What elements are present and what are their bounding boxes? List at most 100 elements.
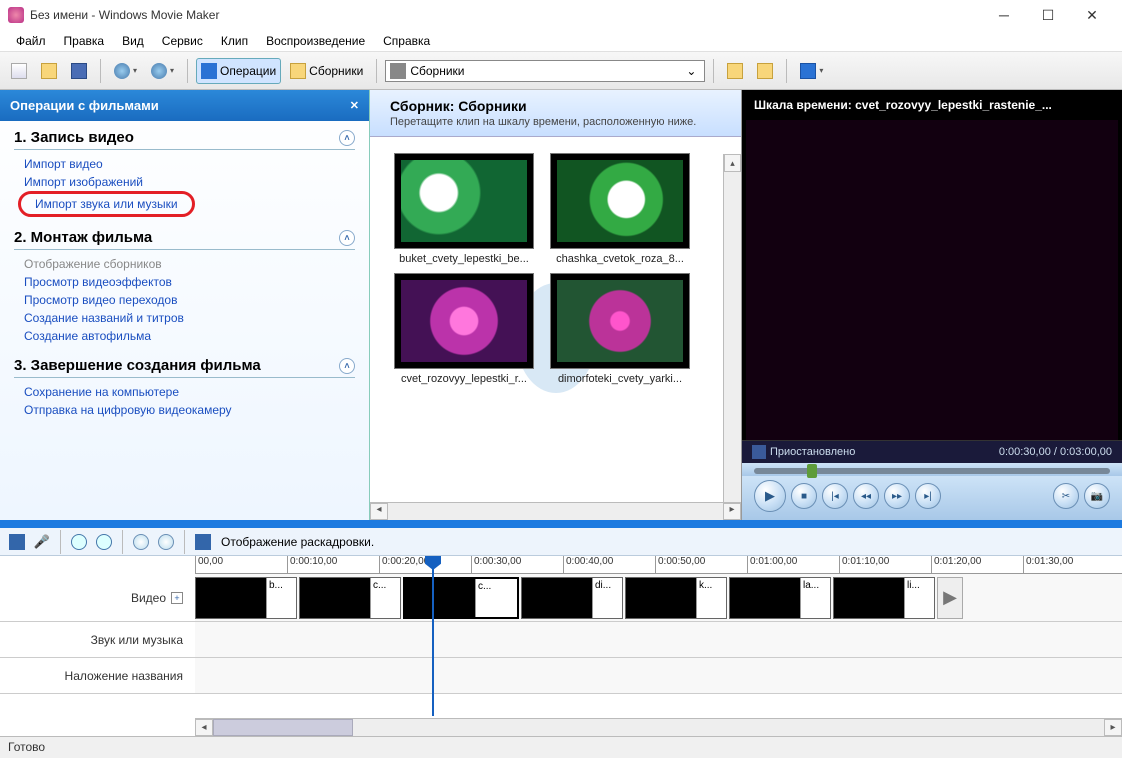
timeline-clip[interactable]: di...: [521, 577, 623, 619]
audio-levels-button[interactable]: [6, 531, 28, 553]
forward-button[interactable]: ▸▸: [884, 483, 910, 509]
menu-tools[interactable]: Сервис: [154, 32, 211, 50]
film-icon: [390, 63, 406, 79]
task-section-title: 2. Монтаж фильма ˄: [14, 229, 355, 250]
timeline-view-label[interactable]: Отображение раскадровки.: [221, 535, 374, 549]
task-video-transitions[interactable]: Просмотр видео переходов: [14, 291, 355, 309]
collection-item[interactable]: cvet_rozovyy_lepestki_r...: [390, 273, 538, 385]
task-titles-credits[interactable]: Создание названий и титров: [14, 309, 355, 327]
task-save-computer[interactable]: Сохранение на компьютере: [14, 383, 355, 401]
minimize-button[interactable]: ─: [982, 1, 1026, 29]
preview-status-bar: Приостановлено 0:00:30,00 / 0:03:00,00: [742, 440, 1122, 463]
close-button[interactable]: ✕: [1070, 1, 1114, 29]
ruler-tick: 00,00: [195, 556, 223, 574]
collection-hscrollbar[interactable]: ◂▸: [370, 502, 741, 520]
redo-button[interactable]: ▾: [146, 58, 179, 84]
collection-title: Сборник: Сборники: [390, 98, 721, 114]
preview-seek-bar[interactable]: [742, 463, 1122, 476]
tasks-pane: Операции с фильмами ✕ 1. Запись видео ˄ …: [0, 90, 370, 520]
new-folder-button[interactable]: [752, 58, 778, 84]
timeline-hscrollbar[interactable]: ◂▸: [195, 718, 1122, 736]
open-button[interactable]: [36, 58, 62, 84]
ruler-tick: 0:00:20,00: [379, 556, 429, 574]
storyboard-icon[interactable]: [192, 531, 214, 553]
collection-vscrollbar[interactable]: ▴: [723, 154, 741, 502]
timeline-clip[interactable]: li...: [833, 577, 935, 619]
preview-time: 0:00:30,00 / 0:03:00,00: [999, 446, 1112, 458]
collapse-icon[interactable]: ˄: [339, 230, 355, 246]
collection-item[interactable]: chashka_cvetok_roza_8...: [546, 153, 694, 265]
ruler-tick: 0:00:30,00: [471, 556, 521, 574]
collections-dropdown[interactable]: Сборники ⌄: [385, 60, 705, 82]
prev-clip-button[interactable]: |◂: [822, 483, 848, 509]
menu-edit[interactable]: Правка: [56, 32, 113, 50]
chevron-down-icon: ⌄: [682, 64, 700, 78]
menu-help[interactable]: Справка: [375, 32, 438, 50]
save-button[interactable]: [66, 58, 92, 84]
views-button[interactable]: ▾: [795, 58, 828, 84]
tasks-toggle-label: Операции: [220, 64, 276, 78]
collapse-icon[interactable]: ˄: [339, 358, 355, 374]
collection-item-label: cvet_rozovyy_lepestki_r...: [390, 373, 538, 385]
timeline-clip[interactable]: k...: [625, 577, 727, 619]
menu-view[interactable]: Вид: [114, 32, 152, 50]
ruler-tick: 0:00:50,00: [655, 556, 705, 574]
preview-pane: Шкала времени: cvet_rozovyy_lepestki_ras…: [742, 90, 1122, 520]
title-bar: Без имени - Windows Movie Maker ─ ☐ ✕: [0, 0, 1122, 30]
menu-clip[interactable]: Клип: [213, 32, 256, 50]
menu-play[interactable]: Воспроизведение: [258, 32, 373, 50]
rewind-button[interactable]: ◂◂: [853, 483, 879, 509]
collection-body[interactable]: buket_cvety_lepestki_be...chashka_cvetok…: [370, 137, 741, 502]
zoom-in-button[interactable]: [68, 531, 90, 553]
task-import-pictures[interactable]: Импорт изображений: [14, 173, 355, 191]
collection-item[interactable]: dimorfoteki_cvety_yarki...: [546, 273, 694, 385]
stop-button[interactable]: ■: [791, 483, 817, 509]
tasks-header: Операции с фильмами ✕: [0, 90, 369, 121]
timeline-ruler[interactable]: 00,000:00:10,000:00:20,000:00:30,000:00:…: [195, 556, 1122, 574]
collections-toggle-label: Сборники: [309, 64, 363, 78]
pause-status-icon: [752, 445, 766, 459]
status-text: Готово: [8, 740, 45, 754]
timeline-clip[interactable]: c...: [299, 577, 401, 619]
split-button[interactable]: ✂: [1053, 483, 1079, 509]
collection-subtitle: Перетащите клип на шкалу времени, распол…: [390, 116, 721, 128]
tasks-toggle-button[interactable]: Операции: [196, 58, 281, 84]
up-level-button[interactable]: [722, 58, 748, 84]
audio-track-content[interactable]: [195, 622, 1122, 657]
zoom-out-button[interactable]: [93, 531, 115, 553]
task-import-audio[interactable]: Импорт звука или музыки: [18, 191, 195, 217]
next-clip-button[interactable]: ▸|: [915, 483, 941, 509]
collection-item-label: dimorfoteki_cvety_yarki...: [546, 373, 694, 385]
maximize-button[interactable]: ☐: [1026, 1, 1070, 29]
task-import-video[interactable]: Импорт видео: [14, 155, 355, 173]
tasks-close-icon[interactable]: ✕: [350, 99, 359, 112]
timeline-clip[interactable]: c...: [403, 577, 519, 619]
main-area: Операции с фильмами ✕ 1. Запись видео ˄ …: [0, 90, 1122, 520]
preview-video[interactable]: [746, 120, 1118, 440]
timeline-clip[interactable]: b...: [195, 577, 297, 619]
playhead[interactable]: [432, 556, 434, 716]
title-track-label: Наложение названия: [65, 669, 183, 683]
timeline-rewind-button[interactable]: [130, 531, 152, 553]
audio-track-label: Звук или музыка: [91, 633, 183, 647]
collapse-icon[interactable]: ˄: [339, 130, 355, 146]
title-track-content[interactable]: [195, 658, 1122, 693]
menu-file[interactable]: Файл: [8, 32, 54, 50]
timeline-play-button[interactable]: [155, 531, 177, 553]
seek-handle[interactable]: [807, 464, 817, 478]
video-track-content[interactable]: b...c...c...di...k...la...li...▶: [195, 574, 1122, 621]
narrate-button[interactable]: 🎤: [31, 531, 53, 553]
collection-item[interactable]: buket_cvety_lepestki_be...: [390, 153, 538, 265]
collections-toggle-button[interactable]: Сборники: [285, 58, 368, 84]
timeline-next-button[interactable]: ▶: [937, 577, 963, 619]
new-button[interactable]: [6, 58, 32, 84]
task-send-dv-camera[interactable]: Отправка на цифровую видеокамеру: [14, 401, 355, 419]
expand-video-track[interactable]: +: [171, 592, 183, 604]
ruler-tick: 0:01:30,00: [1023, 556, 1073, 574]
task-video-effects[interactable]: Просмотр видеоэффектов: [14, 273, 355, 291]
timeline-clip[interactable]: la...: [729, 577, 831, 619]
undo-button[interactable]: ▾: [109, 58, 142, 84]
snapshot-button[interactable]: 📷: [1084, 483, 1110, 509]
task-automovie[interactable]: Создание автофильма: [14, 327, 355, 345]
play-button[interactable]: ▶: [754, 480, 786, 512]
